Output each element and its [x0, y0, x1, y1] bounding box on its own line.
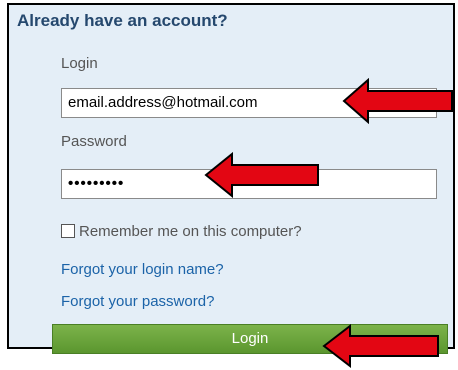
login-label: Login [61, 55, 98, 72]
screenshot-frame: Already have an account? Login email.add… [0, 0, 458, 370]
red-arrow-icon [204, 152, 319, 198]
remember-me-row[interactable]: Remember me on this computer? [61, 221, 302, 241]
forgot-login-link[interactable]: Forgot your login name? [61, 261, 224, 278]
password-label: Password [61, 133, 127, 150]
remember-me-checkbox[interactable] [61, 224, 75, 238]
remember-me-label: Remember me on this computer? [79, 222, 302, 240]
forgot-password-link[interactable]: Forgot your password? [61, 293, 214, 310]
panel-title: Already have an account? [17, 11, 228, 30]
red-arrow-icon [322, 324, 439, 368]
red-arrow-icon [342, 78, 453, 124]
